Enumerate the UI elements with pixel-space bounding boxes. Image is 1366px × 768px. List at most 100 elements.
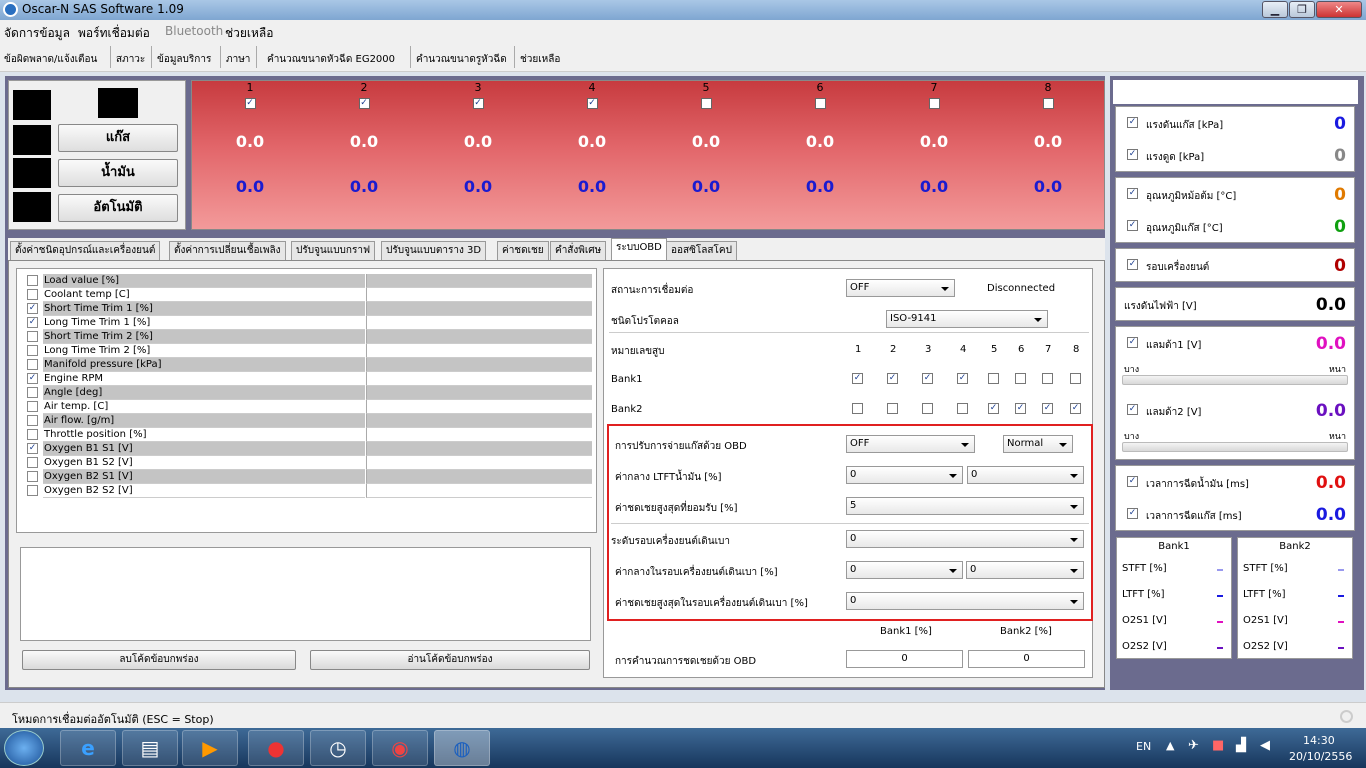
list-item[interactable]: Air flow. [g/m]	[25, 414, 592, 428]
toolbar-language[interactable]: ภาษา	[226, 52, 250, 67]
tab-special-commands[interactable]: คำสั่งพิเศษ	[550, 241, 607, 260]
menu-data[interactable]: จัดการข้อมูล	[4, 24, 70, 43]
gas-temp-checkbox[interactable]: ✓	[1127, 220, 1138, 231]
protocol-select[interactable]: ISO-9141	[886, 310, 1048, 328]
list-item[interactable]: Short Time Trim 2 [%]	[25, 330, 592, 344]
oil-inj-checkbox[interactable]: ✓	[1127, 476, 1138, 487]
folder-icon[interactable]: ▤	[122, 730, 178, 766]
list-item[interactable]: ✓ Short Time Trim 1 [%]	[25, 302, 592, 316]
auto-button[interactable]: อัตโนมัติ	[58, 194, 178, 222]
param-checkbox[interactable]	[27, 415, 38, 426]
gas-pressure-checkbox[interactable]: ✓	[1127, 117, 1138, 128]
tab-graph-tuning[interactable]: ปรับจูนแบบกราฟ	[291, 241, 376, 260]
bank1-cylinder-checkbox[interactable]	[1070, 373, 1081, 384]
ltft-select-b[interactable]: 0	[967, 466, 1084, 484]
list-item[interactable]: Oxygen B2 S1 [V]	[25, 470, 592, 484]
rpm-checkbox[interactable]: ✓	[1127, 259, 1138, 270]
tab-compensation[interactable]: ค่าชดเชย	[497, 241, 549, 260]
idle-mid-select-b[interactable]: 0	[966, 561, 1084, 579]
start-icon[interactable]	[4, 730, 44, 766]
injector-checkbox[interactable]: ✓	[472, 98, 484, 109]
read-codes-button[interactable]: อ่านโค้ดข้อบกพร่อง	[310, 650, 590, 670]
bank1-cylinder-checkbox[interactable]: ✓	[922, 373, 933, 384]
list-item[interactable]: Long Time Trim 2 [%]	[25, 344, 592, 358]
obd-adjust-select[interactable]: OFF	[846, 435, 975, 453]
param-checkbox[interactable]: ✓	[27, 373, 38, 384]
lambda1-checkbox[interactable]: ✓	[1127, 337, 1138, 348]
oscar-app-icon[interactable]: ◍	[434, 730, 490, 766]
list-item[interactable]: Throttle position [%]	[25, 428, 592, 442]
injector-checkbox[interactable]	[1042, 98, 1054, 109]
toolbar-calc-injector[interactable]: คำนวณขนาดหัวฉีด EG2000	[267, 52, 395, 67]
chrome-icon[interactable]: ◉	[372, 730, 428, 766]
param-checkbox[interactable]	[27, 359, 38, 370]
param-checkbox[interactable]: ✓	[27, 303, 38, 314]
bank1-cylinder-checkbox[interactable]: ✓	[887, 373, 898, 384]
menu-bluetooth[interactable]: Bluetooth	[165, 24, 223, 38]
bank1-cylinder-checkbox[interactable]	[1015, 373, 1026, 384]
minimize-button[interactable]: ▁	[1262, 1, 1288, 18]
volume-icon[interactable]: ◀	[1260, 738, 1270, 753]
language-indicator[interactable]: EN	[1136, 740, 1151, 753]
toolbar-status[interactable]: สภาวะ	[116, 52, 145, 67]
bank2-cylinder-checkbox[interactable]	[887, 403, 898, 414]
injector-checkbox[interactable]	[928, 98, 940, 109]
tab-oscilloscope[interactable]: ออสซิโลสโคป	[666, 241, 737, 260]
bank1-cylinder-checkbox[interactable]: ✓	[957, 373, 968, 384]
menu-help[interactable]: ช่วยเหลือ	[225, 24, 274, 43]
bank2-cylinder-checkbox[interactable]	[957, 403, 968, 414]
obd-mode-select[interactable]: Normal	[1003, 435, 1073, 453]
injector-checkbox[interactable]	[814, 98, 826, 109]
list-item[interactable]: Oxygen B2 S2 [V]	[25, 484, 592, 498]
lambda2-checkbox[interactable]: ✓	[1127, 404, 1138, 415]
media-player-icon[interactable]: ▶	[182, 730, 238, 766]
error-code-textbox[interactable]	[20, 547, 591, 641]
signal-icon[interactable]: ▟	[1236, 738, 1246, 753]
ltft-select-a[interactable]: 0	[846, 466, 963, 484]
list-item[interactable]: ✓ Long Time Trim 1 [%]	[25, 316, 592, 330]
bank2-cylinder-checkbox[interactable]	[852, 403, 863, 414]
param-checkbox[interactable]	[27, 457, 38, 468]
tab-3d-tuning[interactable]: ปรับจูนแบบตาราง 3D	[381, 241, 487, 260]
param-checkbox[interactable]	[27, 485, 38, 496]
tab-device-settings[interactable]: ตั้งค่าชนิดอุปกรณ์และเครื่องยนต์	[10, 241, 161, 260]
injector-checkbox[interactable]: ✓	[586, 98, 598, 109]
list-item[interactable]: ✓ Engine RPM	[25, 372, 592, 386]
bank1-cylinder-checkbox[interactable]	[988, 373, 999, 384]
idle-level-select[interactable]: 0	[846, 530, 1084, 548]
param-checkbox[interactable]	[27, 275, 38, 286]
param-checkbox[interactable]	[27, 387, 38, 398]
maximize-button[interactable]: ❐	[1289, 1, 1315, 18]
connection-select[interactable]: OFF	[846, 279, 955, 297]
toolbar-errors[interactable]: ข้อผิดพลาด/แจ้งเตือน	[4, 52, 97, 67]
list-item[interactable]: Coolant temp [C]	[25, 288, 592, 302]
close-button[interactable]: ✕	[1316, 1, 1362, 18]
pin-icon[interactable]: ●	[248, 730, 304, 766]
param-checkbox[interactable]	[27, 345, 38, 356]
param-checkbox[interactable]	[27, 331, 38, 342]
bank1-cylinder-checkbox[interactable]	[1042, 373, 1053, 384]
param-checkbox[interactable]	[27, 289, 38, 300]
injector-checkbox[interactable]	[700, 98, 712, 109]
list-item[interactable]: Oxygen B1 S2 [V]	[25, 456, 592, 470]
injector-checkbox[interactable]: ✓	[358, 98, 370, 109]
idle-mid-select-a[interactable]: 0	[846, 561, 963, 579]
clear-codes-button[interactable]: ลบโค้ดข้อบกพร่อง	[22, 650, 296, 670]
param-checkbox[interactable]	[27, 471, 38, 482]
clock-time[interactable]: 14:30	[1303, 734, 1335, 747]
clock-date[interactable]: 20/10/2556	[1289, 750, 1352, 763]
param-checkbox[interactable]	[27, 429, 38, 440]
toolbar-service[interactable]: ข้อมูลบริการ	[157, 52, 211, 67]
param-checkbox[interactable]: ✓	[27, 317, 38, 328]
tray-alert-icon[interactable]: ■	[1212, 738, 1224, 753]
bank2-cylinder-checkbox[interactable]	[922, 403, 933, 414]
max-comp-select[interactable]: 5	[846, 497, 1084, 515]
reducer-temp-checkbox[interactable]: ✓	[1127, 188, 1138, 199]
oil-button[interactable]: น้ำมัน	[58, 159, 178, 187]
toolbar-help[interactable]: ช่วยเหลือ	[520, 52, 560, 67]
vacuum-checkbox[interactable]: ✓	[1127, 149, 1138, 160]
list-item[interactable]: Load value [%]	[25, 274, 592, 288]
bank2-cylinder-checkbox[interactable]: ✓	[1042, 403, 1053, 414]
bank2-cylinder-checkbox[interactable]: ✓	[988, 403, 999, 414]
bank1-cylinder-checkbox[interactable]: ✓	[852, 373, 863, 384]
